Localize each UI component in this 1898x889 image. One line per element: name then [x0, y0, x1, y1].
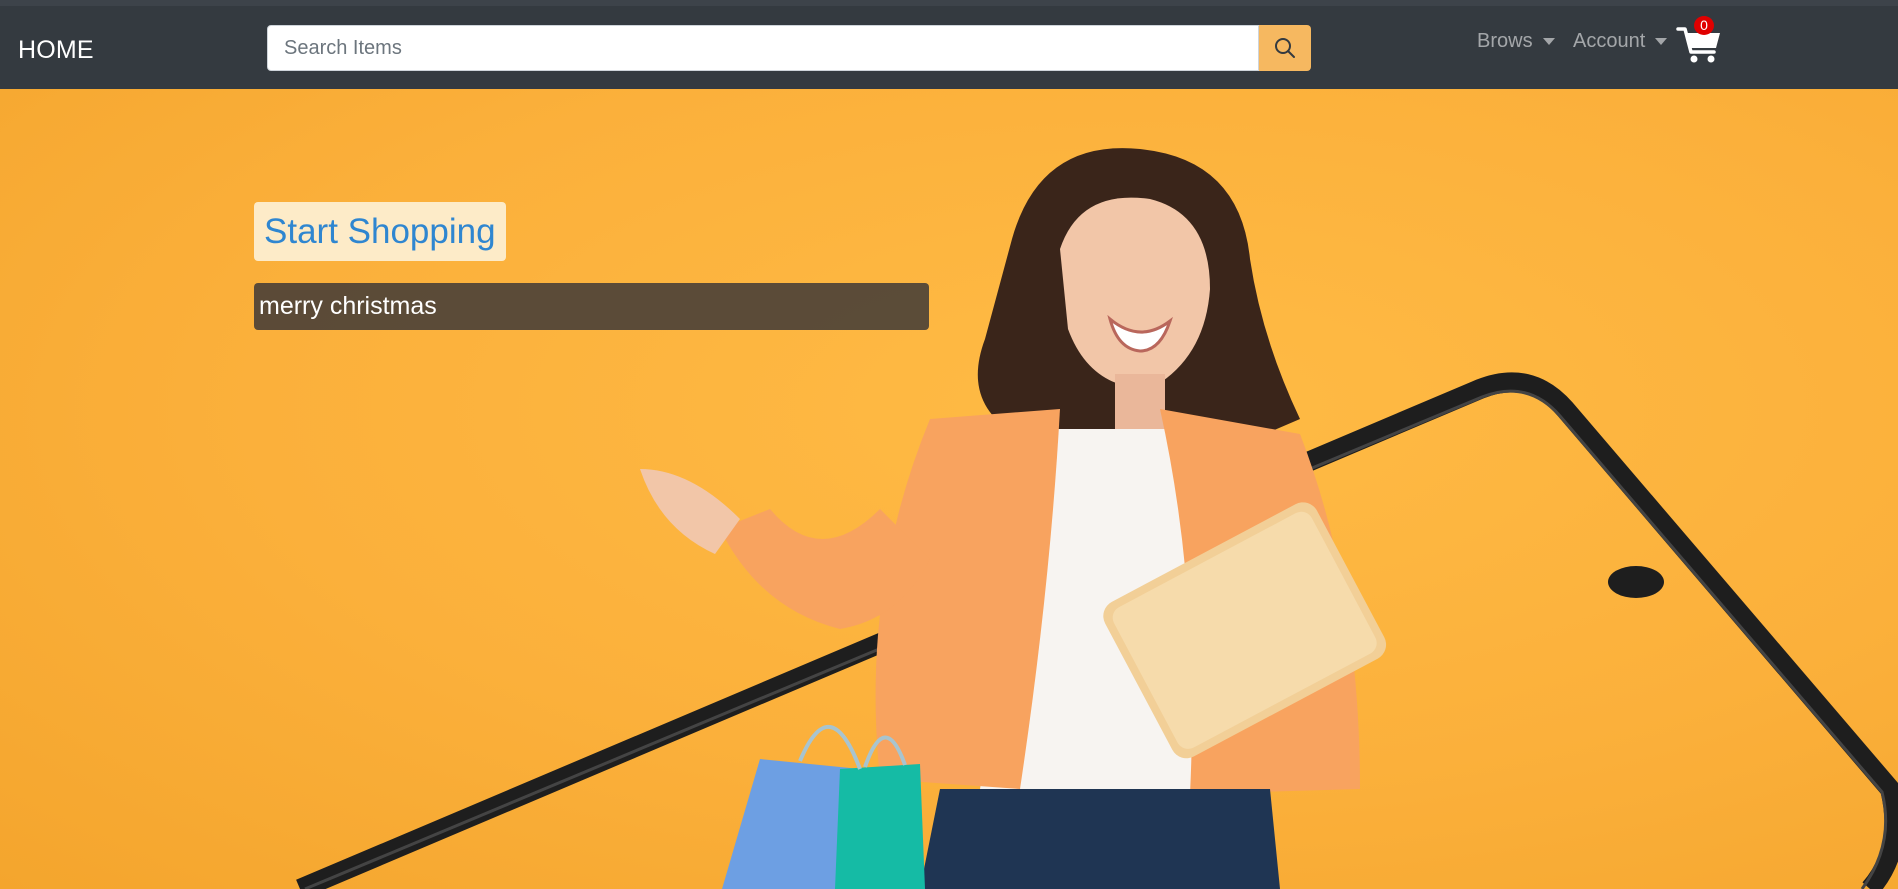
search-button[interactable] [1259, 25, 1311, 71]
caret-down-icon [1655, 38, 1668, 45]
top-navbar: HOME Brows Account 0 [0, 6, 1898, 89]
cart-count-badge: 0 [1694, 16, 1714, 35]
browse-dropdown-label: Brows [1477, 30, 1533, 52]
start-shopping-button[interactable]: Start Shopping [254, 202, 506, 261]
cart-button[interactable]: 0 [1676, 16, 1724, 64]
home-link[interactable]: HOME [18, 36, 94, 65]
caret-down-icon [1542, 38, 1555, 45]
search-input[interactable] [267, 25, 1259, 71]
browse-dropdown[interactable]: Brows [1477, 30, 1555, 53]
woman-illustration [640, 148, 1387, 889]
hero-banner: Start Shopping merry christmas [0, 89, 1898, 889]
account-dropdown-label: Account [1573, 30, 1646, 52]
search-icon [1275, 38, 1295, 58]
hero-tagline: merry christmas [254, 283, 929, 330]
account-dropdown[interactable]: Account [1573, 30, 1668, 53]
